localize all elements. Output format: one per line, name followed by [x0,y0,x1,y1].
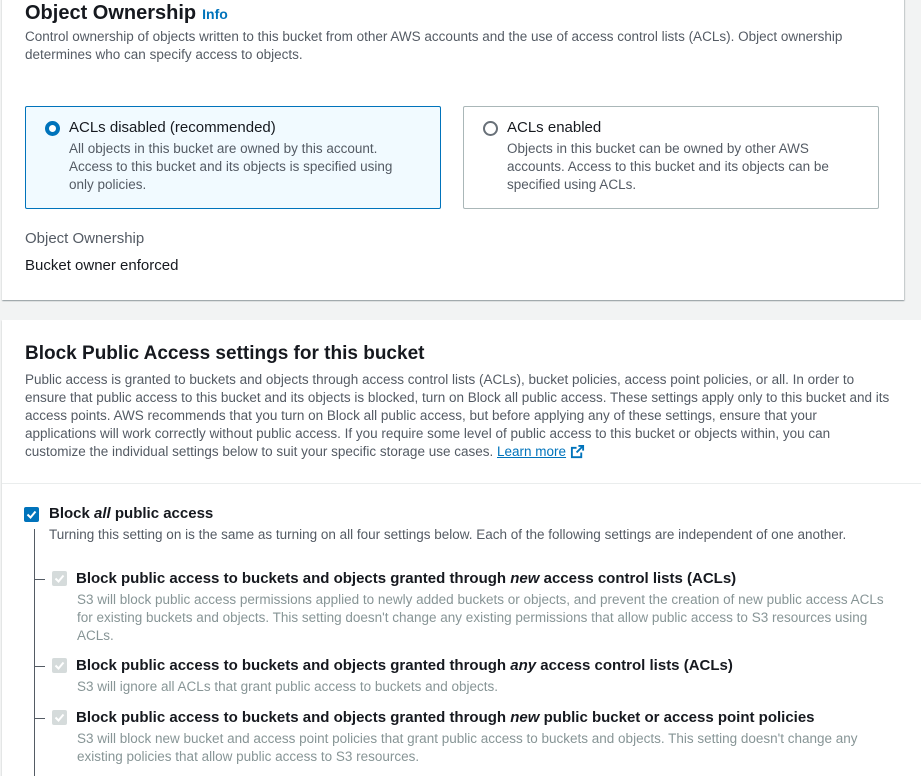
block-any-acls-label: Block public access to buckets and objec… [76,657,733,674]
object-ownership-panel: Object Ownership Info Control ownership o… [2,0,904,300]
learn-more-link[interactable]: Learn more [497,444,566,459]
checkmark-icon [54,661,65,670]
acls-enabled-label: ACLs enabled [507,119,602,136]
acls-disabled-radio[interactable] [45,121,60,136]
object-ownership-heading: Object Ownership Info [25,2,228,25]
checkmark-icon [26,510,37,519]
checkmark-icon [54,574,65,583]
info-link[interactable]: Info [202,6,228,22]
acls-enabled-description: Objects in this bucket can be owned by o… [507,141,829,192]
tree-branch [34,579,45,580]
block-public-access-description-text: Public access is granted to buckets and … [25,372,890,459]
object-ownership-field-label: Object Ownership [25,230,145,247]
block-new-acls-description: S3 will block public access permissions … [77,592,884,643]
acls-enabled-radio[interactable] [483,121,498,136]
block-all-label-suffix: public access [110,505,214,522]
block-new-acls-checkbox[interactable] [52,571,67,586]
acls-disabled-description: All objects in this bucket are owned by … [69,141,393,192]
block-new-policies-label: Block public access to buckets and objec… [76,709,815,726]
object-ownership-description: Control ownership of objects written to … [25,29,843,62]
sub-label-prefix: Block public access to buckets and objec… [76,709,511,726]
sub-label-prefix: Block public access to buckets and objec… [76,657,511,674]
block-public-access-title: Block Public Access settings for this bu… [25,343,425,364]
sub-label-prefix: Block public access to buckets and objec… [76,570,511,587]
block-new-acls-label: Block public access to buckets and objec… [76,570,736,587]
block-new-policies-checkbox[interactable] [52,710,67,725]
tree-line [34,529,35,776]
block-new-policies-description: S3 will block new bucket and access poin… [77,731,858,764]
sub-label-em: any [510,657,537,674]
block-public-access-description: Public access is granted to buckets and … [25,371,890,464]
checkmark-icon [54,713,65,722]
block-any-acls-checkbox[interactable] [52,658,67,673]
sub-label-suffix: access control lists (ACLs) [536,657,733,674]
block-all-public-access-checkbox[interactable] [24,507,39,522]
object-ownership-field-value: Bucket owner enforced [25,257,179,274]
acls-disabled-label: ACLs disabled (recommended) [69,119,276,136]
sub-label-em: new [510,570,540,587]
block-all-public-access-label[interactable]: Block all public access [49,505,213,522]
tree-branch [34,718,45,719]
acls-disabled-option[interactable]: ACLs disabled (recommended) All objects … [25,106,441,209]
block-all-public-access-description: Turning this setting on is the same as t… [49,527,847,542]
block-all-label-prefix: Block [49,505,95,522]
external-link-icon[interactable] [570,444,585,464]
block-public-access-panel: Block Public Access settings for this bu… [2,320,921,776]
sub-label-suffix: access control lists (ACLs) [539,570,737,587]
block-any-acls-description: S3 will ignore all ACLs that grant publi… [77,679,498,694]
tree-branch [34,666,45,667]
acls-enabled-option[interactable]: ACLs enabled Objects in this bucket can … [463,106,879,209]
section-divider [2,483,921,484]
sub-label-suffix: public bucket or access point policies [539,709,815,726]
block-all-label-em: all [94,505,111,522]
object-ownership-title: Object Ownership [25,2,197,24]
sub-label-em: new [510,709,540,726]
